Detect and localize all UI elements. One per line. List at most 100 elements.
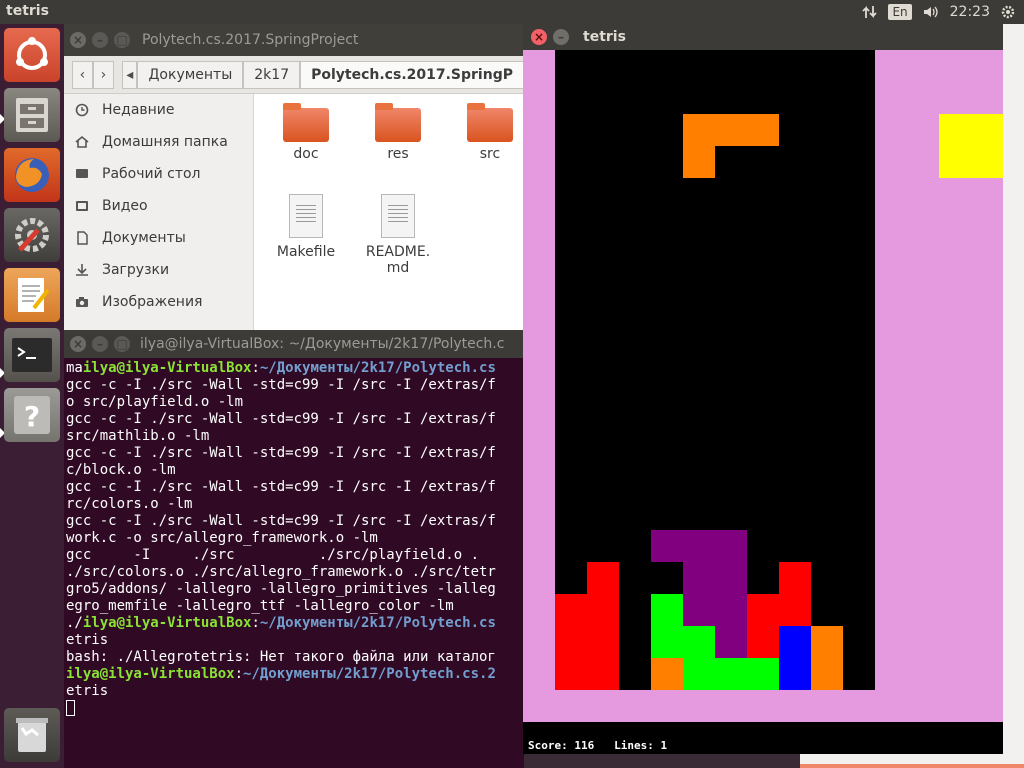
- text-file-icon: [381, 194, 415, 238]
- file-item-makefile[interactable]: Makefile: [266, 194, 346, 260]
- prompt-path: ~/Документы/2k17/Polytech.cs: [259, 360, 496, 376]
- sidebar-item-label: Изображения: [102, 294, 203, 310]
- camera-icon: [74, 294, 90, 310]
- score-value: 116: [574, 739, 595, 752]
- stack-block: [683, 626, 715, 658]
- falling-piece-block: [747, 114, 779, 146]
- clock-icon: [74, 102, 90, 118]
- breadcrumb-scroll-left-button[interactable]: ◂: [121, 60, 138, 89]
- tetris-window: × – tetris Score: 116 Lines: 1: [523, 24, 1003, 754]
- volume-icon[interactable]: [922, 4, 940, 20]
- video-icon: [74, 198, 90, 214]
- text-editor-icon[interactable]: [4, 268, 60, 322]
- back-button[interactable]: ‹: [72, 60, 93, 89]
- file-item-label: res: [387, 146, 409, 162]
- terminal-line: ./src/colors.o ./src/allegro_framework.o…: [66, 564, 496, 580]
- minimize-icon[interactable]: –: [553, 29, 569, 45]
- sidebar-item-home[interactable]: Домашняя папка: [64, 126, 253, 158]
- sidebar-item-video[interactable]: Видео: [64, 190, 253, 222]
- stack-block: [651, 530, 683, 562]
- forward-button[interactable]: ›: [92, 60, 114, 89]
- stack-block: [651, 594, 683, 626]
- sidebar-item-label: Документы: [102, 230, 186, 246]
- terminal-titlebar: × – □ ilya@ilya-VirtualBox: ~/Документы/…: [64, 330, 524, 358]
- sidebar-item-downloads[interactable]: Загрузки: [64, 254, 253, 286]
- sidebar-item-label: Рабочий стол: [102, 166, 201, 182]
- stack-block: [715, 562, 747, 594]
- folder-item-src[interactable]: src: [450, 103, 530, 162]
- terminal-window: × – □ ilya@ilya-VirtualBox: ~/Документы/…: [64, 330, 524, 768]
- file-view: doc res src Makefile README. md: [254, 94, 524, 330]
- sidebar-item-documents[interactable]: Документы: [64, 222, 253, 254]
- terminal-line: [66, 700, 524, 717]
- ubuntu-dash-icon[interactable]: [4, 28, 60, 82]
- document-icon: [74, 230, 90, 246]
- launcher: ?: [0, 24, 64, 768]
- close-icon[interactable]: ×: [531, 29, 547, 45]
- system-settings-icon[interactable]: [4, 208, 60, 262]
- keyboard-layout-indicator[interactable]: En: [888, 4, 912, 20]
- caret-left-icon: ◂: [126, 66, 134, 83]
- terminal-text: ./: [66, 615, 83, 631]
- stack-block: [779, 626, 811, 658]
- terminal-icon[interactable]: [4, 328, 60, 382]
- folder-item-doc[interactable]: doc: [266, 103, 346, 162]
- gear-icon[interactable]: [1000, 4, 1016, 20]
- maximize-icon[interactable]: □: [114, 336, 130, 352]
- background-window-accent: [800, 764, 1024, 768]
- terminal-output[interactable]: mailya@ilya-VirtualBox:~/Документы/2k17/…: [66, 360, 524, 717]
- minimize-icon[interactable]: –: [92, 336, 108, 352]
- falling-piece-block: [715, 114, 747, 146]
- sidebar-item-pictures[interactable]: Изображения: [64, 286, 253, 318]
- terminal-line: gcc -c -I ./src -Wall -std=c99 -I /src -…: [66, 479, 496, 495]
- sidebar-item-label: Загрузки: [102, 262, 170, 278]
- terminal-line: mailya@ilya-VirtualBox:~/Документы/2k17/…: [66, 360, 524, 377]
- close-icon[interactable]: ×: [70, 32, 86, 48]
- sidebar-item-recent[interactable]: Недавние: [64, 94, 253, 126]
- tetris-board[interactable]: [555, 50, 875, 690]
- breadcrumb-documents[interactable]: Документы: [137, 60, 244, 89]
- stack-block: [587, 626, 619, 658]
- close-icon[interactable]: ×: [70, 336, 86, 352]
- terminal-line: egro_memfile -lallegro_ttf -lallegro_col…: [66, 598, 454, 614]
- stack-block: [651, 626, 683, 658]
- sidebar-item-desktop[interactable]: Рабочий стол: [64, 158, 253, 190]
- trash-icon[interactable]: [4, 708, 60, 762]
- stack-block: [811, 626, 843, 658]
- sidebar-item-label: Недавние: [102, 102, 175, 118]
- file-manager-title: Polytech.cs.2017.SpringProject: [142, 32, 359, 48]
- files-icon[interactable]: [4, 88, 60, 142]
- network-icon[interactable]: [862, 4, 878, 20]
- breadcrumb-current[interactable]: Polytech.cs.2017.SpringP: [300, 60, 524, 89]
- stack-block: [715, 594, 747, 626]
- firefox-icon[interactable]: [4, 148, 60, 202]
- terminal-line: etris: [66, 632, 109, 648]
- terminal-line: gro5/addons/ -lallegro -lallegro_primiti…: [66, 581, 496, 597]
- file-item-label: src: [479, 146, 501, 162]
- terminal-line: gcc -c -I ./src -Wall -std=c99 -I /src -…: [66, 445, 496, 461]
- folder-icon: [467, 103, 513, 142]
- prompt-separator: :: [234, 666, 244, 682]
- folder-icon: [375, 103, 421, 142]
- file-item-readme[interactable]: README. md: [358, 194, 438, 276]
- help-icon[interactable]: ?: [4, 388, 60, 442]
- prompt-user: ilya@ilya-VirtualBox: [82, 360, 252, 376]
- prompt-user: ilya@ilya-VirtualBox: [82, 615, 252, 631]
- terminal-line: rc/colors.o -lm: [66, 496, 193, 512]
- prompt-separator: :: [251, 360, 260, 376]
- text-file-icon: [289, 194, 323, 238]
- terminal-line: gcc -c -I ./src -Wall -std=c99 -I /src -…: [66, 377, 496, 393]
- download-icon: [74, 262, 90, 278]
- minimize-icon[interactable]: –: [92, 32, 108, 48]
- stack-block: [555, 658, 587, 690]
- file-item-label: Makefile: [276, 244, 336, 260]
- svg-text:?: ?: [24, 400, 40, 433]
- stack-block: [555, 626, 587, 658]
- chevron-left-icon: ‹: [79, 66, 86, 83]
- stack-block: [715, 626, 747, 658]
- home-icon: [74, 134, 90, 150]
- maximize-icon[interactable]: □: [114, 32, 130, 48]
- clock[interactable]: 22:23: [950, 4, 990, 20]
- folder-item-res[interactable]: res: [358, 103, 438, 162]
- breadcrumb-2k17[interactable]: 2k17: [243, 60, 301, 89]
